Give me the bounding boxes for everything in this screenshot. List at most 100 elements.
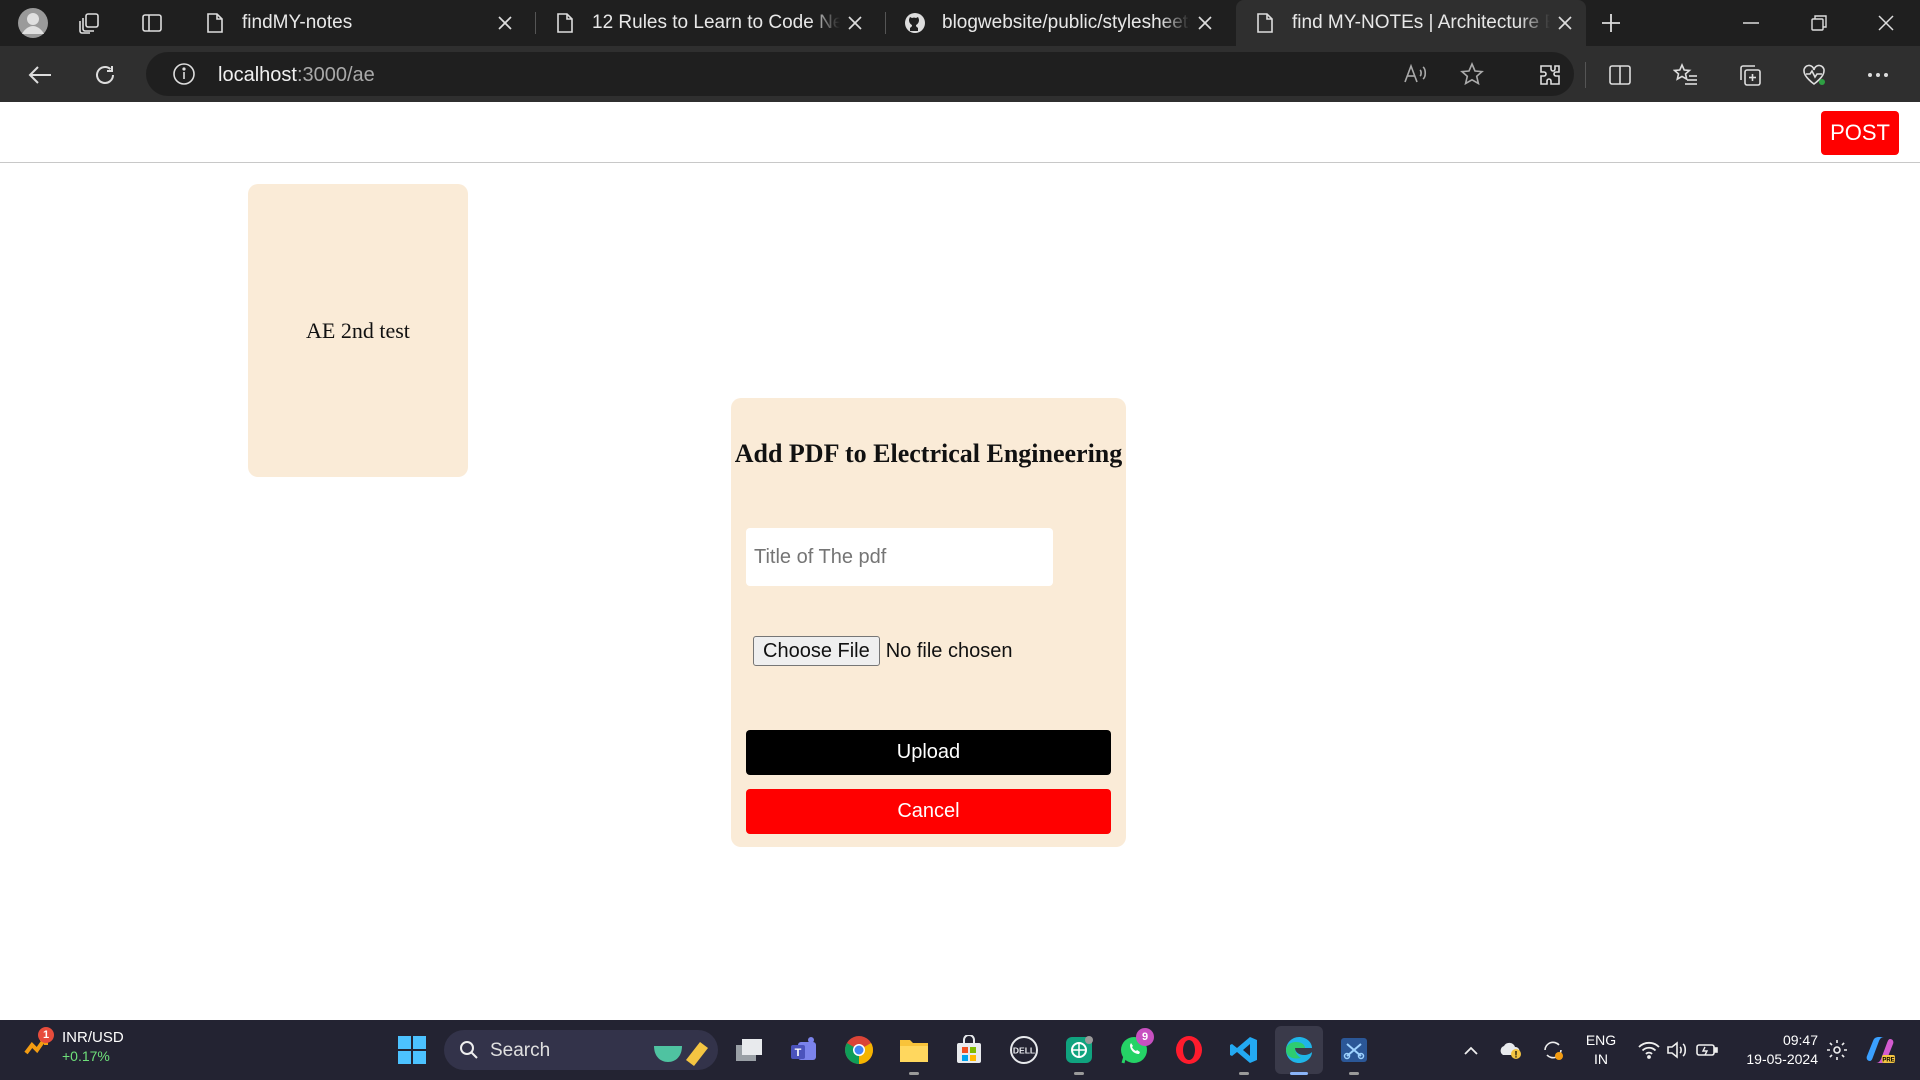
onedrive-warning-icon[interactable]: ! [1496, 1032, 1526, 1068]
note-card[interactable]: AE 2nd test [248, 184, 468, 477]
new-tab-plus-icon[interactable] [1595, 7, 1627, 39]
tab-github-stylesheet[interactable]: blogwebsite/public/stylesheets/style.css [886, 0, 1226, 46]
tab-findmy-notes[interactable]: findMY-notes [186, 0, 526, 46]
restore-icon[interactable] [1785, 0, 1853, 46]
tab-close-icon[interactable] [840, 8, 870, 38]
page-header: POST [0, 102, 1920, 163]
browser-toolbar: localhost:3000/ae [0, 46, 1920, 102]
collections-icon[interactable] [1733, 58, 1767, 92]
upload-button[interactable]: Upload [746, 730, 1111, 775]
svg-text:T: T [795, 1047, 802, 1059]
whatsapp-icon[interactable]: 9 [1116, 1028, 1154, 1068]
site-info-icon[interactable] [172, 62, 196, 91]
chatgpt-icon[interactable] [1061, 1032, 1097, 1075]
windows-taskbar: 1 INR/USD +0.17% Search T DELL 9 ! ENG I… [0, 1020, 1920, 1080]
search-highlight-icon [650, 1034, 712, 1071]
modal-heading: Add PDF to Electrical Engineering [734, 439, 1123, 468]
search-icon [459, 1040, 479, 1065]
tab-close-icon[interactable] [1190, 8, 1220, 38]
refresh-icon[interactable] [88, 58, 122, 92]
svg-text:PRE: PRE [1882, 1058, 1894, 1064]
address-bar[interactable]: localhost:3000/ae [146, 52, 1574, 96]
whatsapp-badge: 9 [1136, 1028, 1154, 1046]
url-host: localhost [218, 64, 297, 86]
microsoft-store-icon[interactable] [951, 1032, 987, 1068]
sync-icon[interactable] [1538, 1032, 1568, 1068]
favorites-list-icon[interactable] [1669, 58, 1703, 92]
minimize-icon[interactable] [1717, 0, 1785, 46]
back-arrow-icon[interactable] [23, 58, 57, 92]
volume-icon[interactable] [1662, 1032, 1692, 1068]
running-indicator [909, 1072, 919, 1075]
snipping-tool-icon[interactable] [1336, 1032, 1372, 1075]
choose-file-button[interactable]: Choose File [753, 636, 880, 666]
page-icon [1254, 12, 1276, 34]
copilot-icon[interactable]: PRE [1860, 1032, 1900, 1068]
add-pdf-modal: Add PDF to Electrical Engineering Choose… [731, 398, 1126, 847]
battery-icon[interactable] [1692, 1032, 1722, 1068]
url-text[interactable]: localhost:3000/ae [218, 64, 375, 87]
page-viewport: POST AE 2nd test Add PDF to Electrical E… [0, 102, 1920, 1020]
svg-text:!: ! [1515, 1050, 1518, 1060]
workspaces-icon[interactable] [74, 7, 106, 39]
vertical-tabs-icon[interactable] [136, 7, 168, 39]
chrome-icon[interactable] [841, 1032, 877, 1068]
tab-12-rules[interactable]: 12 Rules to Learn to Code New Tech [536, 0, 876, 46]
toolbar-divider [1585, 62, 1586, 88]
running-indicator [1074, 1072, 1084, 1075]
language-code: ENG [1585, 1032, 1617, 1048]
vscode-icon[interactable] [1226, 1032, 1262, 1075]
tab-title: blogwebsite/public/stylesheets/style.css [942, 12, 1190, 33]
wifi-icon[interactable] [1634, 1032, 1664, 1068]
tab-find-my-notes-active[interactable]: find MY-NOTEs | Architecture Engineering [1236, 0, 1586, 46]
read-aloud-icon[interactable] [1402, 62, 1428, 91]
file-status-text: No file chosen [885, 639, 1013, 662]
svg-text:DELL: DELL [1013, 1046, 1035, 1056]
dell-icon[interactable]: DELL [1006, 1032, 1042, 1068]
close-window-icon[interactable] [1852, 0, 1920, 46]
running-indicator [1349, 1072, 1359, 1075]
page-icon [204, 12, 226, 34]
post-button[interactable]: POST [1821, 111, 1899, 155]
browser-essentials-icon[interactable] [1797, 58, 1831, 92]
notification-settings-icon[interactable] [1822, 1032, 1852, 1068]
split-screen-icon[interactable] [1603, 58, 1637, 92]
more-menu-icon[interactable] [1861, 58, 1895, 92]
edge-icon[interactable] [1275, 1026, 1323, 1075]
tab-close-icon[interactable] [490, 8, 520, 38]
clock[interactable]: 09:47 19-05-2024 [1732, 1031, 1818, 1069]
clock-date: 19-05-2024 [1746, 1051, 1818, 1067]
tab-close-icon[interactable] [1550, 8, 1580, 38]
search-label: Search [490, 1040, 551, 1061]
teams-icon[interactable]: T [786, 1032, 822, 1068]
github-icon [904, 12, 926, 34]
widget-badge: 1 [38, 1027, 54, 1043]
page-icon [554, 12, 576, 34]
tab-title: findMY-notes [242, 12, 353, 33]
pdf-title-input[interactable] [746, 528, 1053, 586]
show-hidden-icons-chevron-icon[interactable] [1456, 1032, 1486, 1068]
currency-widget[interactable]: 1 INR/USD +0.17% [22, 1027, 124, 1066]
favorite-star-icon[interactable] [1460, 61, 1484, 91]
file-explorer-icon[interactable] [896, 1032, 932, 1075]
weather-widget-icon: 1 [22, 1027, 54, 1063]
file-picker: Choose File No file chosen [753, 636, 1012, 666]
language-indicator[interactable]: ENG IN [1584, 1031, 1618, 1069]
windows-start-icon[interactable] [394, 1032, 430, 1068]
tab-title: find MY-NOTEs | Architecture Engineering [1292, 12, 1550, 33]
running-indicator [1290, 1072, 1308, 1075]
profile-avatar-icon[interactable] [17, 7, 49, 39]
running-indicator [1239, 1072, 1249, 1075]
opera-icon[interactable] [1171, 1032, 1207, 1068]
cancel-button[interactable]: Cancel [746, 789, 1111, 834]
url-path: :3000/ae [296, 64, 375, 86]
taskbar-search[interactable]: Search [444, 1030, 718, 1070]
note-card-title: AE 2nd test [306, 317, 410, 343]
task-view-icon[interactable] [731, 1032, 767, 1068]
extensions-icon[interactable] [1533, 58, 1567, 92]
clock-time: 09:47 [1782, 1032, 1818, 1048]
region-code: IN [1594, 1051, 1608, 1067]
tab-title: 12 Rules to Learn to Code New Tech [592, 12, 840, 33]
browser-tab-strip: findMY-notes 12 Rules to Learn to Code N… [0, 0, 1920, 46]
ticker-label: INR/USD [62, 1029, 124, 1046]
